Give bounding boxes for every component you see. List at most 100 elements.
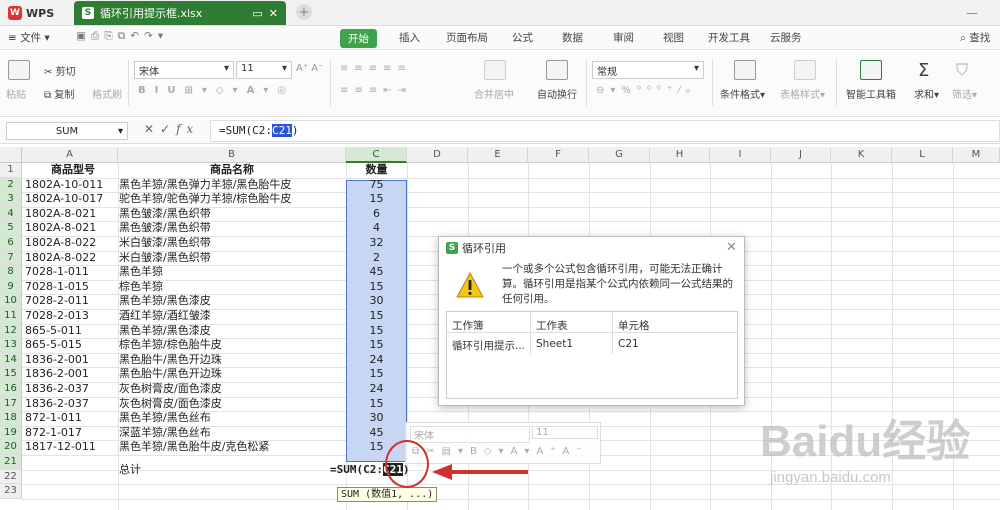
mini-font-select[interactable]: 宋体 — [410, 426, 530, 443]
row-header[interactable]: 10 — [0, 294, 22, 309]
cell-product-name[interactable]: 黑色胎牛/黑色开边珠 — [119, 353, 345, 368]
row-header[interactable]: 11 — [0, 309, 22, 324]
row-header[interactable]: 7 — [0, 250, 22, 266]
column-header-h[interactable]: H — [650, 147, 710, 163]
cell-quantity[interactable]: 45 — [346, 426, 407, 441]
column-header-l[interactable]: L — [892, 147, 953, 163]
cell-model[interactable]: 1817-12-011 — [25, 440, 117, 455]
cell-model[interactable]: 7028-2-013 — [25, 309, 117, 324]
number-format-select[interactable]: 常规 ▾ — [592, 61, 704, 79]
format-painter-button[interactable]: 格式刷 — [92, 86, 122, 101]
cell-model[interactable]: 1802A-10-017 — [25, 192, 117, 207]
cell-product-name[interactable]: 米白皱漆/黑色织带 — [119, 251, 345, 266]
wrap-text-label[interactable]: 自动换行 — [537, 86, 577, 101]
row-header[interactable]: 21 — [0, 455, 22, 470]
cell-product-name[interactable]: 黑色皱漆/黑色织带 — [119, 221, 345, 236]
row-header[interactable]: 22 — [0, 469, 22, 485]
name-box[interactable]: SUM ▾ — [6, 122, 128, 140]
cell-product-name[interactable]: 黑色皱漆/黑色织带 — [119, 207, 345, 222]
cell-product-name[interactable]: 深蓝羊猄/黑色丝布 — [119, 426, 345, 441]
cell-quantity[interactable]: 15 — [346, 397, 407, 412]
cell-quantity[interactable]: 2 — [346, 251, 407, 266]
header-model[interactable]: 商品型号 — [30, 163, 116, 178]
cell-model[interactable]: 7028-1-011 — [25, 265, 117, 280]
row-header[interactable]: 6 — [0, 236, 22, 251]
filter-icon[interactable]: ⛉ — [956, 60, 968, 80]
row-header[interactable]: 12 — [0, 323, 22, 339]
dialog-row-workbook[interactable]: 循环引用提示... — [452, 338, 525, 353]
row-header[interactable]: 19 — [0, 425, 22, 441]
cell-product-name[interactable]: 黑色羊猄/黑色胎牛皮/克色松紧 — [119, 440, 345, 455]
cell-product-name[interactable]: 黑色胎牛/黑色开边珠 — [119, 367, 345, 382]
cell-product-name[interactable]: 灰色树膏皮/面色漆皮 — [119, 397, 345, 412]
cell-product-name[interactable]: 黑色羊猄 — [119, 265, 345, 280]
cell-quantity[interactable]: 4 — [346, 221, 407, 236]
cell-quantity[interactable]: 30 — [346, 294, 407, 309]
cut-button[interactable]: ✂ 剪切 — [44, 63, 76, 78]
cell-quantity[interactable]: 24 — [346, 382, 407, 397]
select-all-corner[interactable] — [0, 147, 22, 163]
alignment-icons-bottom[interactable]: ≡≡≡⇤⇥ — [340, 85, 412, 96]
alignment-icons-top[interactable]: ≡≡≡≡≡ — [340, 63, 412, 74]
cell-model[interactable]: 1802A-8-022 — [25, 251, 117, 266]
font-size-select[interactable]: 11 ▾ — [236, 61, 292, 79]
dialog-row-sheet[interactable]: Sheet1 — [536, 338, 573, 350]
cell-model[interactable]: 1836-2-001 — [25, 353, 117, 368]
filter-label[interactable]: 筛选▾ — [952, 86, 977, 101]
cell-model[interactable]: 872-1-017 — [25, 426, 117, 441]
sum-icon[interactable]: Σ — [918, 60, 929, 81]
cell-product-name[interactable]: 黑色羊猄/黑色漆皮 — [119, 324, 345, 339]
smart-toolbox-icon[interactable] — [860, 60, 882, 80]
cell-model[interactable]: 1802A-8-022 — [25, 236, 117, 251]
column-header-c[interactable]: C — [346, 147, 407, 163]
main-menu-button[interactable]: ≡ 文件 ▾ — [8, 30, 50, 45]
column-header-b[interactable]: B — [118, 147, 346, 163]
cell-quantity[interactable]: 15 — [346, 338, 407, 353]
cell-quantity[interactable]: 45 — [346, 265, 407, 280]
tab-home[interactable]: 开始 — [340, 29, 377, 48]
number-format-icons[interactable]: ⊖▾%⁰⁰⁰⁺⁄₀ — [596, 85, 696, 96]
font-style-buttons[interactable]: BIU⊞▾◇▾A▾◎ — [138, 85, 295, 96]
row-header[interactable]: 5 — [0, 221, 22, 236]
minimize-icon[interactable]: — — [966, 6, 978, 20]
copy-button[interactable]: ⧉ 复制 — [44, 86, 74, 101]
row-header[interactable]: 17 — [0, 396, 22, 412]
file-tab[interactable]: S 循环引用提示框.xlsx ▭ ✕ — [74, 1, 286, 25]
cell-quantity[interactable]: 24 — [346, 353, 407, 368]
row-header[interactable]: 13 — [0, 338, 22, 353]
row-header[interactable]: 8 — [0, 265, 22, 280]
column-header-g[interactable]: G — [589, 147, 650, 163]
dialog-row-cell[interactable]: C21 — [618, 338, 639, 350]
tab-insert[interactable]: 插入 — [399, 30, 420, 45]
row-header[interactable]: 3 — [0, 192, 22, 207]
cell-product-name[interactable]: 酒红羊猄/酒红皱漆 — [119, 309, 345, 324]
dialog-close-icon[interactable]: ✕ — [726, 240, 737, 255]
cell-model[interactable]: 1836-2-037 — [25, 397, 117, 412]
wrap-text-icon[interactable] — [546, 60, 568, 80]
row-header[interactable]: 18 — [0, 411, 22, 426]
cell-model[interactable]: 1802A-8-021 — [25, 207, 117, 222]
cell-model[interactable]: 7028-2-011 — [25, 294, 117, 309]
row-header[interactable]: 15 — [0, 367, 22, 382]
font-name-select[interactable]: 宋体 ▾ — [134, 61, 234, 79]
cell-model[interactable]: 865-5-011 — [25, 324, 117, 339]
tab-review[interactable]: 审阅 — [613, 30, 634, 45]
column-header-i[interactable]: I — [710, 147, 771, 163]
table-style-label[interactable]: 表格样式▾ — [780, 86, 825, 101]
cell-product-name[interactable]: 黑色羊猄/黑色弹力羊猄/黑色胎牛皮 — [119, 178, 345, 193]
merge-center-label[interactable]: 合并居中 — [474, 86, 514, 101]
cell-quantity[interactable]: 15 — [346, 309, 407, 324]
cell-model[interactable]: 1836-2-037 — [25, 382, 117, 397]
formula-input[interactable]: =SUM(C2:C21) — [210, 120, 1000, 142]
new-tab-button[interactable]: + — [296, 4, 312, 20]
row-header[interactable]: 9 — [0, 279, 22, 295]
cell-product-name[interactable]: 黑色羊猄/黑色丝布 — [119, 411, 345, 426]
row-header[interactable]: 2 — [0, 177, 22, 193]
paste-label[interactable]: 粘贴 — [6, 86, 26, 101]
cell-quantity[interactable]: 75 — [346, 178, 407, 193]
header-name[interactable]: 商品名称 — [118, 163, 346, 178]
column-header-a[interactable]: A — [22, 147, 118, 163]
tab-data[interactable]: 数据 — [562, 30, 583, 45]
sum-label[interactable]: 求和▾ — [914, 86, 939, 101]
table-style-icon[interactable] — [794, 60, 816, 80]
